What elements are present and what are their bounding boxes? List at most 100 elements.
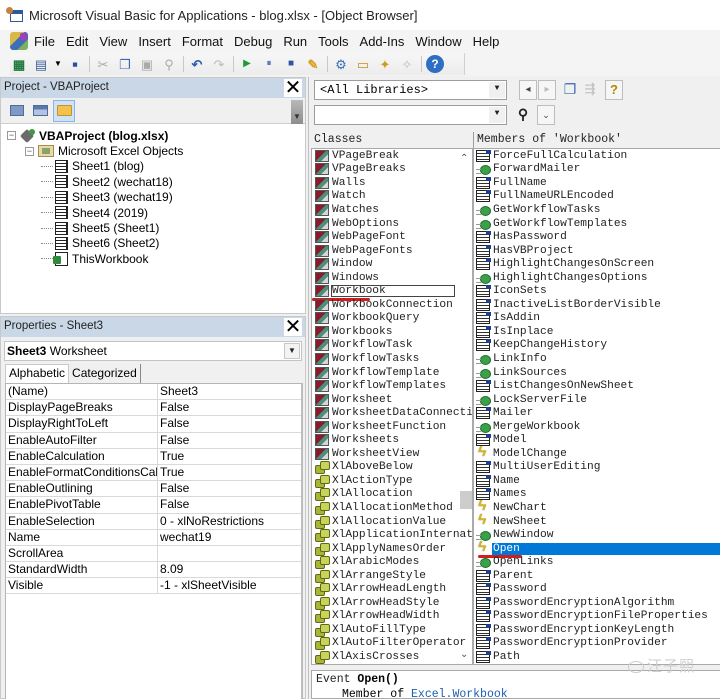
view-code-button[interactable]	[7, 102, 27, 120]
menu-add-ins[interactable]: Add-Ins	[360, 34, 405, 49]
member-item[interactable]: LockServerFile	[474, 393, 720, 407]
member-item[interactable]: ForceFullCalculation	[474, 149, 720, 163]
class-item[interactable]: WorkflowTemplates	[312, 379, 472, 393]
menu-run[interactable]: Run	[283, 34, 307, 49]
tree-item[interactable]: Sheet1 (blog)	[7, 159, 183, 174]
property-row[interactable]: EnableCalculation True	[6, 448, 301, 465]
class-item[interactable]: VPageBreaks	[312, 163, 472, 177]
member-item[interactable]: NewChart	[474, 499, 720, 515]
member-item[interactable]: MergeWorkbook	[474, 420, 720, 434]
member-item[interactable]: Password	[474, 583, 720, 597]
copy-to-clipboard-icon[interactable]: ❐	[561, 80, 579, 100]
member-item[interactable]: KeepChangeHistory	[474, 339, 720, 353]
property-row[interactable]: StandardWidth 8.09	[6, 562, 301, 579]
menu-view[interactable]: View	[99, 34, 127, 49]
property-value[interactable]: False	[158, 400, 301, 415]
view-excel-icon[interactable]: ▦	[10, 55, 28, 73]
property-value[interactable]: 0 - xlNoRestrictions	[158, 514, 301, 529]
break-icon[interactable]: ⏸	[260, 55, 278, 73]
insert-dropdown-icon[interactable]: ▼	[54, 55, 62, 73]
tree-item[interactable]: − VBAProject (blog.xlsx)	[7, 128, 183, 143]
property-row[interactable]: EnableAutoFilter False	[6, 432, 301, 449]
menu-help[interactable]: Help	[473, 34, 500, 49]
member-item[interactable]: GetWorkflowTemplates	[474, 217, 720, 231]
scroll-down-icon[interactable]: ⌄	[460, 649, 468, 660]
member-item[interactable]: HighlightChangesOnScreen	[474, 257, 720, 271]
property-row[interactable]: ScrollArea	[6, 545, 301, 563]
tree-item[interactable]: Sheet2 (wechat18)	[7, 174, 183, 189]
member-item[interactable]: LinkInfo	[474, 352, 720, 366]
properties-window-icon[interactable]: ▭	[354, 55, 372, 73]
class-item[interactable]: VPageBreak	[312, 149, 472, 163]
collapse-icon[interactable]: −	[7, 131, 16, 141]
property-row[interactable]: EnableFormatConditionsCalculationTrue	[6, 464, 301, 482]
collapse-icon[interactable]: −	[25, 146, 34, 156]
member-item[interactable]: Model	[474, 433, 720, 447]
insert-userform-icon[interactable]: ▤	[32, 55, 50, 73]
copy-icon[interactable]: ❐	[116, 55, 134, 73]
menu-format[interactable]: Format	[182, 34, 223, 49]
class-item[interactable]: XlAxisCrosses	[312, 650, 472, 664]
undo-icon[interactable]: ↶	[188, 55, 206, 73]
class-item[interactable]: Workbook	[312, 284, 472, 302]
toolbox-icon[interactable]: ✧	[398, 55, 416, 73]
class-item[interactable]: Walls	[312, 176, 472, 190]
class-item[interactable]: XlActionType	[312, 474, 472, 488]
class-item[interactable]: XlAllocationValue	[312, 515, 472, 529]
class-item[interactable]: Worksheets	[312, 433, 472, 447]
tab-categorized[interactable]: Categorized	[69, 364, 141, 383]
member-item[interactable]: FullNameURLEncoded	[474, 190, 720, 204]
library-combo[interactable]: <All Libraries> ▼	[314, 80, 507, 100]
class-item[interactable]: XlArrangeStyle	[312, 569, 472, 583]
tree-item[interactable]: Sheet5 (Sheet1)	[7, 220, 183, 235]
member-item[interactable]: IsAddin	[474, 312, 720, 326]
go-forward-button[interactable]: ▸	[538, 80, 556, 100]
class-item[interactable]: WorksheetView	[312, 447, 472, 461]
class-item[interactable]: XlArabicModes	[312, 555, 472, 570]
view-definition-icon[interactable]: ⇶	[581, 80, 599, 100]
class-item[interactable]: Watch	[312, 190, 472, 204]
property-value[interactable]: False	[158, 433, 301, 448]
class-item[interactable]: Workbooks	[312, 325, 472, 339]
class-item[interactable]: WebOptions	[312, 217, 472, 231]
menu-debug[interactable]: Debug	[234, 34, 272, 49]
chevron-down-icon[interactable]: ▼	[489, 82, 505, 98]
property-row[interactable]: Visible -1 - xlSheetVisible	[6, 578, 301, 595]
project-pane-scroll-button[interactable]: ▼	[291, 100, 303, 124]
search-binoculars-icon[interactable]: ⚲	[514, 105, 532, 125]
class-item[interactable]: XlAutoFilterOperator	[312, 637, 472, 651]
class-item[interactable]: Windows	[312, 271, 472, 285]
member-item[interactable]: NewSheet	[474, 513, 720, 529]
menu-edit[interactable]: Edit	[66, 34, 88, 49]
project-explorer-icon[interactable]: ⚙	[332, 55, 350, 73]
property-row[interactable]: EnablePivotTable False	[6, 497, 301, 514]
tree-item[interactable]: − Microsoft Excel Objects	[7, 143, 183, 158]
property-value[interactable]: False	[158, 481, 301, 496]
property-value[interactable]: False	[158, 497, 301, 512]
help-icon[interactable]: ?	[605, 80, 623, 100]
show-search-results-button[interactable]: ⌄	[537, 105, 555, 125]
class-item[interactable]: XlAutoFillType	[312, 623, 472, 637]
class-item[interactable]: XlArrowHeadLength	[312, 583, 472, 597]
member-item[interactable]: Mailer	[474, 406, 720, 420]
class-item[interactable]: WorkflowTask	[312, 339, 472, 353]
property-value[interactable]: True	[158, 449, 301, 464]
class-item[interactable]: WorkflowTemplate	[312, 366, 472, 380]
menu-tools[interactable]: Tools	[318, 34, 348, 49]
menu-file[interactable]: File	[34, 34, 55, 49]
property-value[interactable]: 8.09	[158, 562, 301, 577]
member-item[interactable]: GetWorkflowTasks	[474, 203, 720, 217]
tree-item[interactable]: Sheet6 (Sheet2)	[7, 236, 183, 251]
property-value[interactable]: wechat19	[158, 530, 301, 545]
class-item[interactable]: XlAllocation	[312, 488, 472, 502]
class-item[interactable]: Watches	[312, 203, 472, 217]
class-item[interactable]: WorksheetDataConnecti	[312, 406, 472, 420]
properties-pane-close-button[interactable]: ✕	[284, 316, 302, 336]
vbe-control-icon[interactable]	[10, 32, 28, 50]
member-item[interactable]: NewWindow	[474, 528, 720, 542]
member-item[interactable]: Parent	[474, 569, 720, 583]
chevron-down-icon[interactable]: ▼	[489, 107, 505, 123]
object-selector-combo[interactable]: Sheet3 Worksheet ▼	[4, 341, 302, 361]
member-item[interactable]: PasswordEncryptionProvider	[474, 637, 720, 651]
member-item[interactable]: HasPassword	[474, 230, 720, 244]
